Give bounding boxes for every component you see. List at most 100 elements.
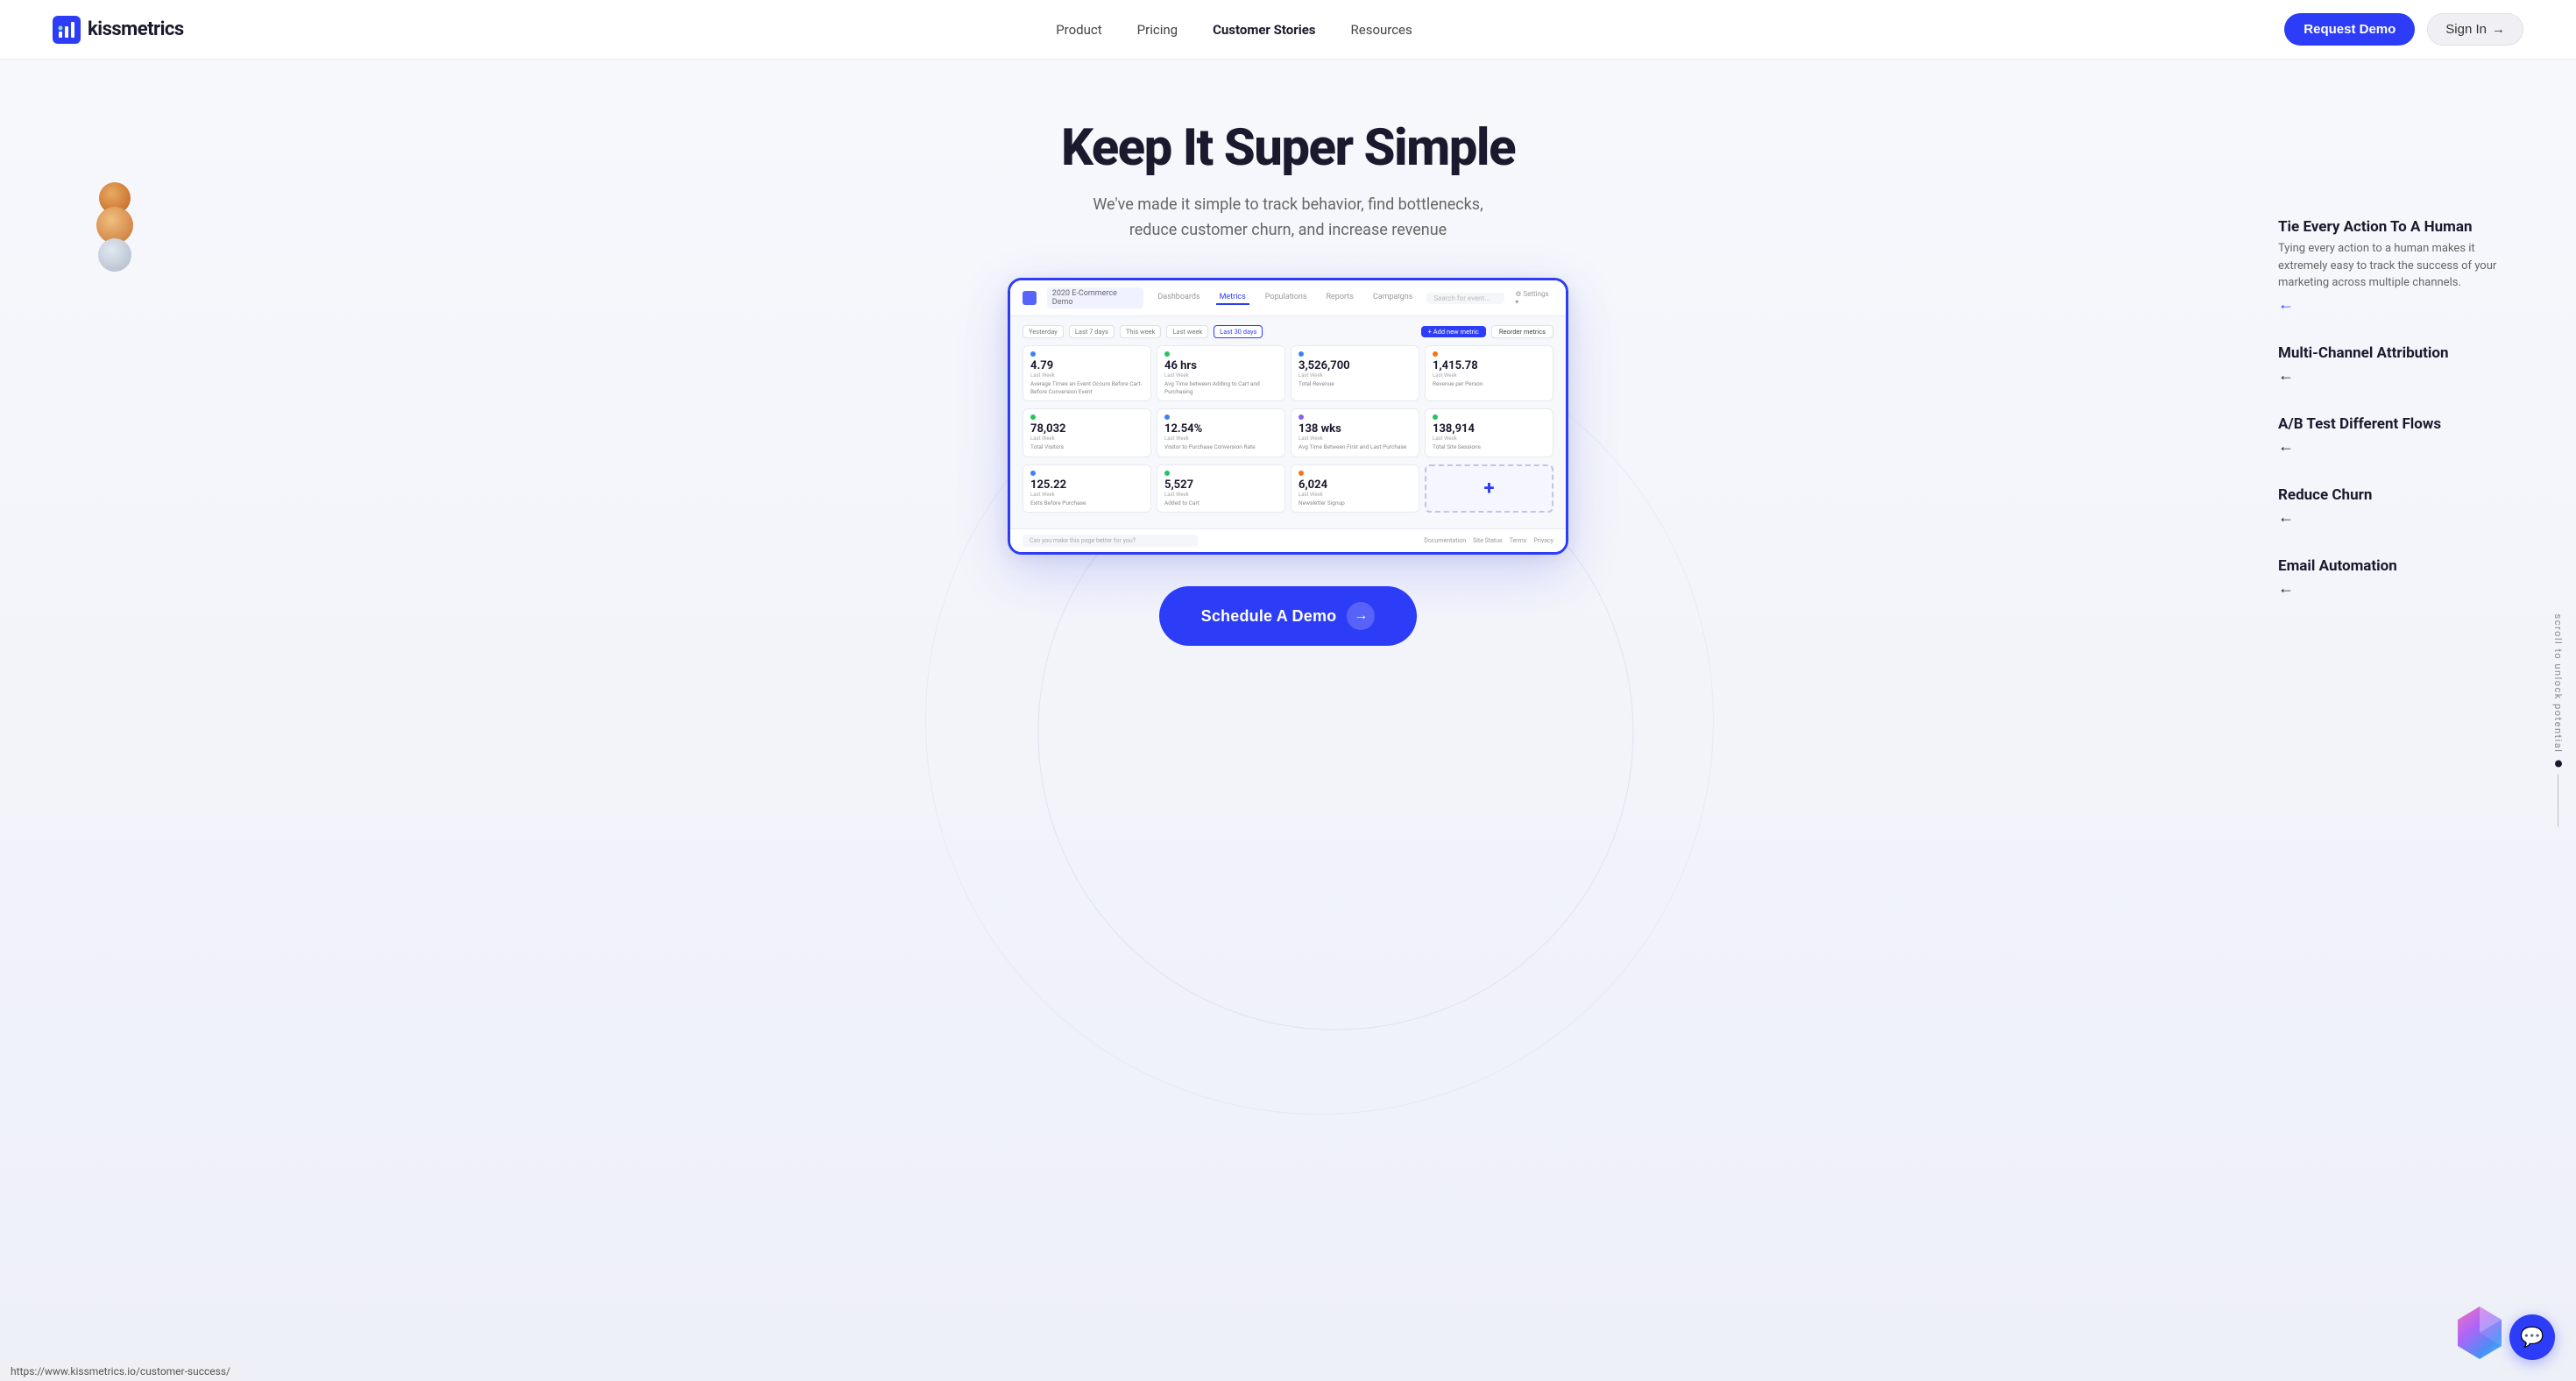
nav-actions: Request Demo Sign In → xyxy=(2284,13,2523,46)
logo-text: kissmetrics xyxy=(88,18,184,40)
feature-arrow-tie-action: ← xyxy=(2278,295,2506,314)
logo-link[interactable]: kissmetrics xyxy=(53,16,184,44)
db-last-label: Last Week xyxy=(1433,436,1546,442)
db-metric-card[interactable]: 138,914 Last Week Total Site Sessions xyxy=(1425,408,1553,457)
db-metrics-row3: 125.22 Last Week Exits Before Purchase 5… xyxy=(1023,464,1553,513)
db-metric-label: Average Times an Event Occurs Before Car… xyxy=(1030,380,1143,395)
db-metric-value: 78,032 xyxy=(1030,422,1143,436)
feature-email-automation[interactable]: Email Automation ← xyxy=(2278,556,2506,598)
db-top-bar: 2020 E-Commerce Demo Dashboards Metrics … xyxy=(1010,280,1566,316)
db-body: Yesterday Last 7 days This week Last wee… xyxy=(1010,316,1566,528)
nav-customer-stories[interactable]: Customer Stories xyxy=(1213,22,1315,38)
nav-product[interactable]: Product xyxy=(1056,22,1101,38)
deco-gem xyxy=(2453,1302,2506,1363)
db-metric-card[interactable]: 125.22 Last Week Exits Before Purchase xyxy=(1023,464,1151,513)
db-search[interactable]: Search for event... xyxy=(1426,293,1504,304)
db-metric-dot xyxy=(1030,471,1036,476)
db-metric-label: Avg Time Between First and Last Purchase xyxy=(1299,443,1412,450)
db-footer-links: Documentation Site Status Terms Privacy xyxy=(1424,537,1553,544)
db-date-last30[interactable]: Last 30 days xyxy=(1214,325,1263,338)
db-metric-card[interactable]: 12.54% Last Week Visitor to Purchase Con… xyxy=(1157,408,1285,457)
db-metric-dot xyxy=(1299,414,1304,420)
feature-ab-test[interactable]: A/B Test Different Flows ← xyxy=(2278,414,2506,456)
dashboard-wrapper: 2020 E-Commerce Demo Dashboards Metrics … xyxy=(1008,278,1568,555)
main-content: Keep It Super Simple We've made it simpl… xyxy=(0,60,2576,1381)
db-metric-card[interactable]: 5,527 Last Week Added to Cart xyxy=(1157,464,1285,513)
db-metric-label: Added to Cart xyxy=(1164,499,1277,506)
url-bar: https://www.kissmetrics.io/customer-succ… xyxy=(0,1362,241,1381)
db-metric-dot xyxy=(1433,414,1438,420)
db-footer-docs[interactable]: Documentation xyxy=(1424,537,1466,544)
db-last-label: Last Week xyxy=(1164,492,1277,498)
feature-arrow-email-automation: ← xyxy=(2278,579,2506,598)
sign-in-button[interactable]: Sign In → xyxy=(2427,13,2523,46)
db-tab-metrics[interactable]: Metrics xyxy=(1216,291,1249,305)
db-footer-privacy[interactable]: Privacy xyxy=(1533,537,1553,544)
db-tab-reports[interactable]: Reports xyxy=(1322,291,1356,305)
db-metric-card[interactable]: 138 wks Last Week Avg Time Between First… xyxy=(1291,408,1419,457)
db-footer-status[interactable]: Site Status xyxy=(1473,537,1503,544)
db-feedback-input[interactable]: Can you make this page better for you? xyxy=(1023,535,1198,547)
db-metrics-row2: 78,032 Last Week Total Visitors 12.54% L… xyxy=(1023,408,1553,457)
db-reorder-btn[interactable]: Reorder metrics xyxy=(1491,325,1553,338)
cta-wrapper: Schedule A Demo → xyxy=(0,586,2576,646)
db-settings[interactable]: ⚙ Settings ▾ xyxy=(1515,290,1553,306)
db-add-plus-icon: + xyxy=(1484,478,1495,499)
db-date-thisweek[interactable]: This week xyxy=(1120,325,1162,338)
db-metric-value: 3,526,700 xyxy=(1299,359,1412,372)
db-tab-campaigns[interactable]: Campaigns xyxy=(1369,291,1416,305)
db-metric-card[interactable]: 78,032 Last Week Total Visitors xyxy=(1023,408,1151,457)
db-last-label: Last Week xyxy=(1164,436,1277,442)
request-demo-button[interactable]: Request Demo xyxy=(2284,13,2415,46)
db-metric-value: 138,914 xyxy=(1433,422,1546,436)
db-metric-value: 138 wks xyxy=(1299,422,1412,436)
db-last-label: Last Week xyxy=(1299,436,1412,442)
db-metric-card[interactable]: 3,526,700 Last Week Total Revenue xyxy=(1291,345,1419,401)
db-last-label: Last Week xyxy=(1030,436,1143,442)
db-last-label: Last Week xyxy=(1299,372,1412,379)
ball-bot xyxy=(98,238,131,272)
db-footer-terms[interactable]: Terms xyxy=(1510,537,1527,544)
feature-title-ab-test: A/B Test Different Flows xyxy=(2278,414,2506,434)
features-panel: Tie Every Action To A Human Tying every … xyxy=(2278,217,2506,627)
db-metric-dot xyxy=(1164,351,1170,357)
db-footer: Can you make this page better for you? D… xyxy=(1010,528,1566,552)
db-last-label: Last Week xyxy=(1299,492,1412,498)
nav-links: Product Pricing Customer Stories Resourc… xyxy=(1056,22,1412,38)
db-date-yesterday[interactable]: Yesterday xyxy=(1023,325,1064,338)
feature-tie-action[interactable]: Tie Every Action To A Human Tying every … xyxy=(2278,217,2506,314)
db-metric-card[interactable]: 6,024 Last Week Newsletter Signup xyxy=(1291,464,1419,513)
db-date-lastweek[interactable]: Last week xyxy=(1166,325,1208,338)
scroll-indicator: scroll to unlock potential xyxy=(2552,614,2564,827)
sign-in-label: Sign In xyxy=(2445,22,2487,37)
cta-label: Schedule A Demo xyxy=(1201,607,1337,626)
db-metric-card[interactable]: 46 hrs Last Week Avg Time between Adding… xyxy=(1157,345,1285,401)
db-metric-dot xyxy=(1299,471,1304,476)
db-metric-card[interactable]: 4.79 Last Week Average Times an Event Oc… xyxy=(1023,345,1151,401)
chat-button[interactable]: 💬 xyxy=(2509,1314,2555,1360)
db-metrics-row1: 4.79 Last Week Average Times an Event Oc… xyxy=(1023,345,1553,401)
hero-section: Keep It Super Simple We've made it simpl… xyxy=(0,60,2576,243)
feature-title-tie-action: Tie Every Action To A Human xyxy=(2278,217,2506,237)
db-demo-dropdown[interactable]: 2020 E-Commerce Demo xyxy=(1047,287,1144,308)
db-date-last7[interactable]: Last 7 days xyxy=(1069,325,1115,338)
hero-subtitle-line2: reduce customer churn, and increase reve… xyxy=(1129,221,1447,239)
db-tab-populations[interactable]: Populations xyxy=(1262,291,1311,305)
db-metric-card[interactable]: 1,415.78 Last Week Revenue per Person xyxy=(1425,345,1553,401)
db-metric-value: 12.54% xyxy=(1164,422,1277,436)
db-tabs: Dashboards Metrics Populations Reports C… xyxy=(1154,291,1416,305)
db-metric-add-card[interactable]: + xyxy=(1425,464,1553,513)
feature-arrow-ab-test: ← xyxy=(2278,437,2506,456)
feature-arrow-multi-channel: ← xyxy=(2278,366,2506,385)
feature-multi-channel[interactable]: Multi-Channel Attribution ← xyxy=(2278,343,2506,385)
nav-resources[interactable]: Resources xyxy=(1351,22,1412,38)
db-metric-dot xyxy=(1164,414,1170,420)
db-last-label: Last Week xyxy=(1030,372,1143,379)
db-add-metric-btn[interactable]: + Add new metric xyxy=(1421,326,1486,337)
feature-reduce-churn[interactable]: Reduce Churn ← xyxy=(2278,485,2506,527)
navbar: kissmetrics Product Pricing Customer Sto… xyxy=(0,0,2576,60)
db-tab-dashboards[interactable]: Dashboards xyxy=(1154,291,1203,305)
nav-pricing[interactable]: Pricing xyxy=(1137,22,1178,38)
schedule-demo-button[interactable]: Schedule A Demo → xyxy=(1159,586,1418,646)
db-metric-label: Total Site Sessions xyxy=(1433,443,1546,450)
